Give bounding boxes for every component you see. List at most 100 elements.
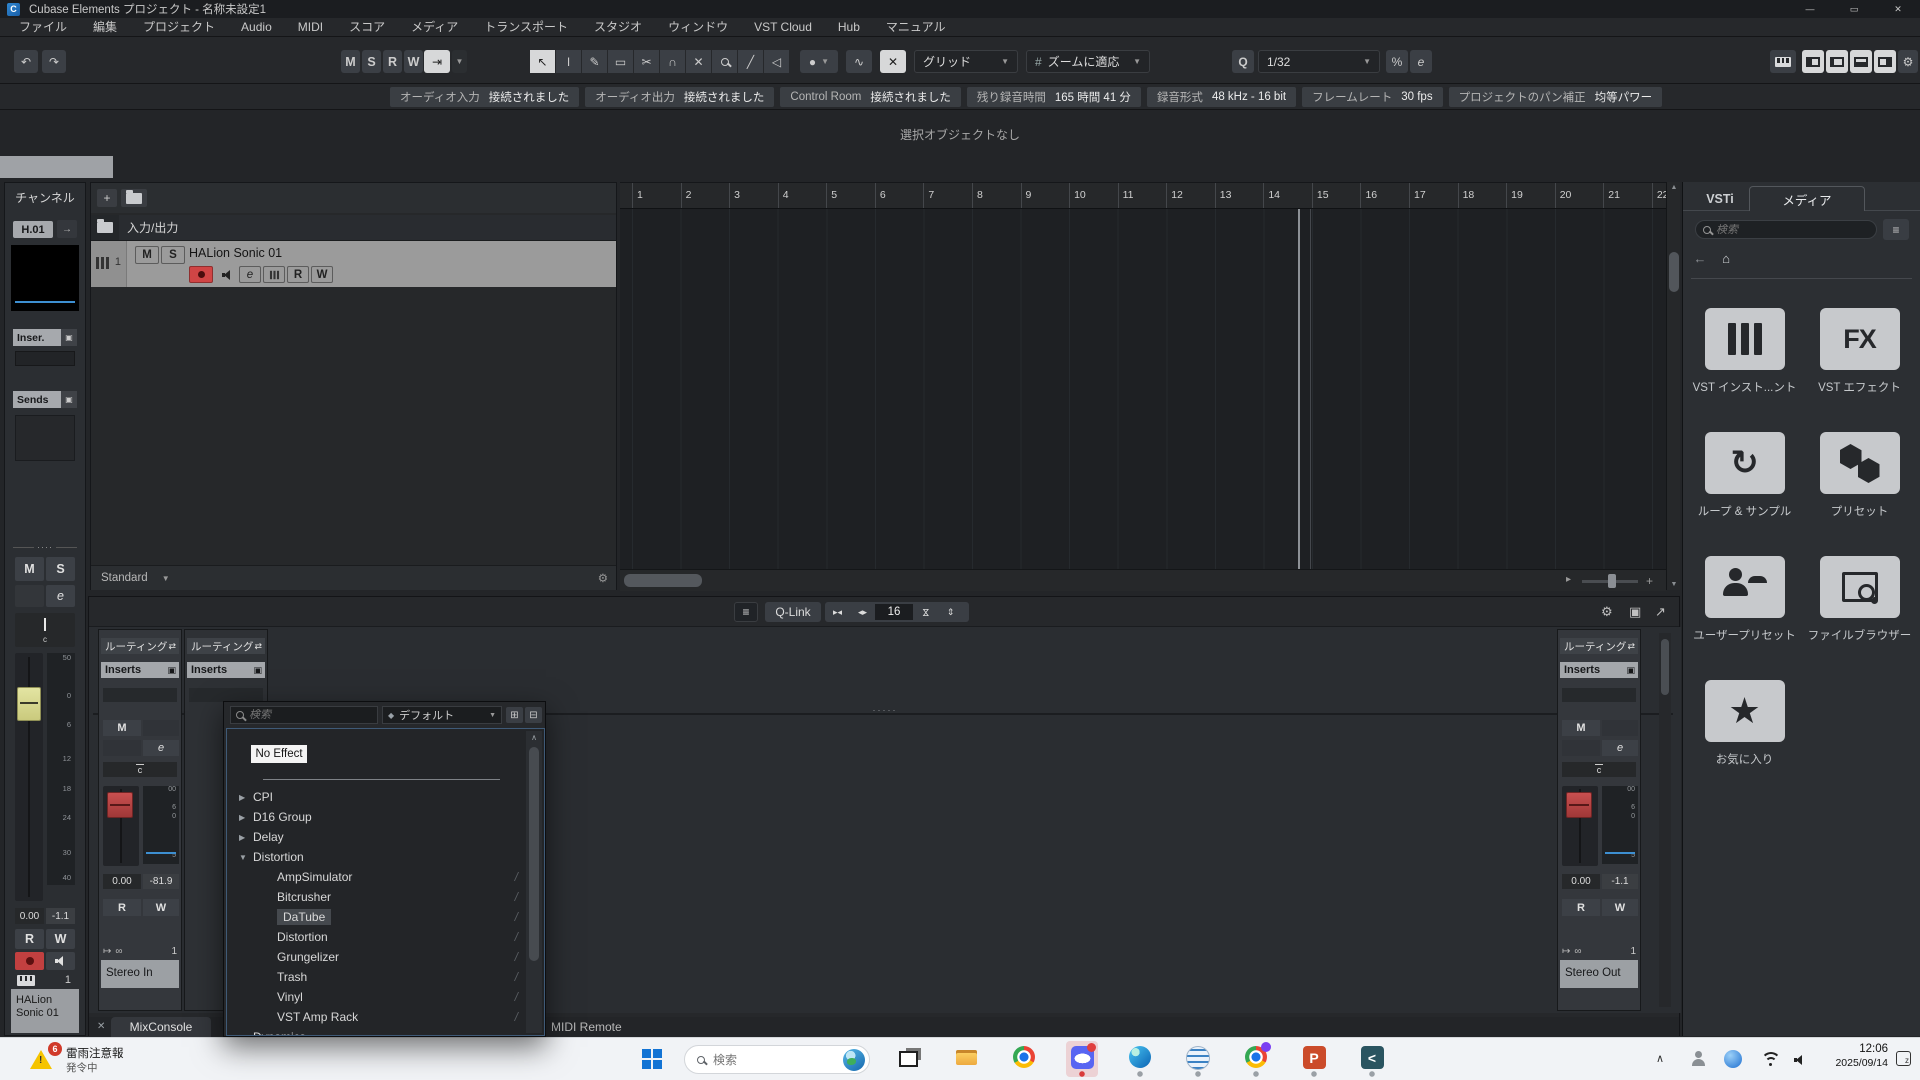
ruler-bar[interactable]: 19 <box>1506 183 1555 208</box>
channel-inserts-header[interactable]: Inser. ▣ <box>13 329 77 346</box>
home-icon[interactable]: ⌂ <box>1715 248 1737 268</box>
horizontal-scrollbar[interactable]: ▸ + <box>620 569 1666 591</box>
snap-toggle-icon[interactable]: ✕ <box>880 50 906 73</box>
plugin-row[interactable]: Vinyl <box>227 987 524 1007</box>
left-zone-setup-icon[interactable] <box>1826 50 1848 73</box>
taskbar-app-explorer[interactable] <box>950 1041 982 1077</box>
ruler-bar[interactable]: 15 <box>1312 183 1361 208</box>
ruler-bar[interactable]: 17 <box>1409 183 1458 208</box>
media-search-box[interactable] <box>1695 220 1877 239</box>
object-select-tool-icon[interactable]: ↖ <box>530 50 555 73</box>
media-tile-vst-effects[interactable]: VST エフェクト <box>1802 300 1917 424</box>
people-tray-icon[interactable] <box>1690 1051 1706 1067</box>
iterative-quantize-icon[interactable]: % <box>1386 50 1408 73</box>
ruler-bar[interactable]: 10 <box>1069 183 1118 208</box>
track-name[interactable]: HALion Sonic 01 <box>189 246 282 260</box>
qlink-button[interactable]: Q-Link <box>765 602 821 622</box>
info-chip[interactable]: オーディオ入力 接続されました <box>390 87 579 107</box>
ruler-bar[interactable]: 21 <box>1603 183 1652 208</box>
mixer-functions-menu-icon[interactable]: ≡ <box>734 602 758 622</box>
info-chip[interactable]: 録音形式 48 kHz - 16 bit <box>1147 87 1296 107</box>
menu-item[interactable]: ウィンドウ <box>655 18 741 36</box>
strip-peak-value[interactable]: -81.9 <box>143 874 179 889</box>
fader-cap[interactable] <box>1566 792 1592 818</box>
v-scroll-up-icon[interactable]: ▲ <box>1667 184 1681 191</box>
plugin-row[interactable]: D16 Group <box>227 807 524 827</box>
strip-fader-lane[interactable] <box>103 786 139 866</box>
ruler-bar[interactable]: 20 <box>1555 183 1604 208</box>
plugin-search-input[interactable] <box>249 709 359 721</box>
channel-listen-button[interactable] <box>15 585 44 607</box>
mixer-settings-gear-icon[interactable]: ⚙ <box>1601 604 1613 620</box>
tab-midi-remote[interactable]: MIDI Remote <box>551 1020 622 1034</box>
quantize-panel-icon[interactable]: e <box>1410 50 1432 73</box>
h-zoom-preset-icon[interactable]: ▸ <box>1566 574 1571 585</box>
ruler-bar[interactable]: 2 <box>681 183 730 208</box>
h-scroll-thumb[interactable] <box>624 574 702 587</box>
weather-alert-text[interactable]: 雷雨注意報 <box>66 1045 124 1061</box>
channel-id-badge[interactable]: H.01 <box>13 221 53 238</box>
media-tile-vst-instruments[interactable]: VST インスト...ント <box>1687 300 1802 424</box>
menu-item[interactable]: ファイル <box>6 18 80 36</box>
insert-slot-empty[interactable] <box>15 351 75 366</box>
ruler-bar[interactable]: 13 <box>1215 183 1264 208</box>
tree-arrow-icon[interactable] <box>239 853 253 862</box>
autoscroll-options-icon[interactable]: ▼ <box>452 50 467 73</box>
track-monitor-button[interactable] <box>217 266 237 283</box>
channel-volume-value[interactable]: 0.00 <box>15 908 44 924</box>
rack-fader-divider[interactable]: ···· <box>13 545 77 550</box>
track-solo-button[interactable]: S <box>161 246 185 264</box>
track-preset-name[interactable]: Standard <box>101 572 148 584</box>
insert-slot-empty[interactable] <box>189 688 263 702</box>
tab-mixconsole[interactable]: MixConsole <box>111 1017 211 1037</box>
plugin-list-scrollbar[interactable]: ∧ <box>526 731 542 1033</box>
inserts-rack-header[interactable]: Inserts ▣ <box>101 662 179 678</box>
ruler-bar[interactable]: 16 <box>1360 183 1409 208</box>
inserts-bypass-icon[interactable]: ▣ <box>61 329 77 346</box>
channel-record-enable-button[interactable] <box>15 952 44 970</box>
tab-vsti[interactable]: VSTi <box>1695 188 1745 210</box>
strip-write-button[interactable]: W <box>143 899 179 916</box>
color-tool-icon[interactable]: ●▼ <box>800 50 838 73</box>
taskbar-app-globe[interactable] <box>1182 1041 1214 1077</box>
info-chip[interactable]: 残り録音時間 165 時間 41 分 <box>967 87 1141 107</box>
media-list-view-icon[interactable]: ≡ <box>1883 219 1909 240</box>
strip-volume-value[interactable]: 0.00 <box>1562 874 1600 889</box>
plugin-search-box[interactable] <box>230 706 378 724</box>
menu-item[interactable]: スコア <box>336 18 398 36</box>
autoscroll-button[interactable]: ⇥ <box>424 50 450 73</box>
ruler-bar[interactable]: 18 <box>1458 183 1507 208</box>
ruler-bar[interactable]: 6 <box>875 183 924 208</box>
volume-icon[interactable] <box>1794 1052 1805 1070</box>
routing-rack-header[interactable]: ルーティング ⇄ <box>187 638 265 654</box>
h-zoom-slider-thumb[interactable] <box>1608 574 1616 588</box>
plugin-collection-dropdown[interactable]: ◆ デフォルト ▼ <box>382 706 502 724</box>
mixer-vertical-scrollbar[interactable] <box>1659 633 1671 1007</box>
ruler-bar[interactable]: 8 <box>972 183 1021 208</box>
strip-edit-button[interactable]: e <box>1602 740 1638 756</box>
plugin-row[interactable]: Dynamics <box>227 1027 524 1036</box>
quantize-preset-dropdown[interactable]: 1/32▼ <box>1258 50 1380 73</box>
plugin-row[interactable]: VST Amp Rack <box>227 1007 524 1027</box>
menu-item[interactable]: MIDI <box>285 18 336 36</box>
link-prev-icon[interactable]: ▸◂ <box>825 607 850 618</box>
line-tool-icon[interactable]: ╱ <box>738 50 763 73</box>
grid-type-dropdown[interactable]: #ズームに適応▼ <box>1026 50 1150 73</box>
track-write-button[interactable]: W <box>311 266 333 283</box>
link-next-icon[interactable]: ◂▸ <box>850 607 875 618</box>
menu-item[interactable]: VST Cloud <box>741 18 825 36</box>
h-zoom-in-icon[interactable]: + <box>1646 574 1653 588</box>
channel-tab-label[interactable]: チャンネル <box>5 189 85 206</box>
instrument-track-row[interactable]: 1 M S HALion Sonic 01 e R W <box>91 241 616 287</box>
tile-button[interactable] <box>1820 556 1900 618</box>
use-track-preset-button[interactable] <box>121 189 147 207</box>
taskbar-app-edge[interactable] <box>1124 1041 1156 1077</box>
info-chip[interactable]: プロジェクトのパン補正 均等パワー <box>1449 87 1663 107</box>
tile-button[interactable] <box>1705 556 1785 618</box>
folder-track-row[interactable]: 入力/出力 <box>91 215 616 241</box>
media-tile-loops-samples[interactable]: ループ & サンプル <box>1687 424 1802 548</box>
fader-cap[interactable] <box>17 687 41 721</box>
menu-item[interactable]: プロジェクト <box>130 18 228 36</box>
expand-all-icon[interactable]: ⊞ <box>506 707 523 723</box>
channel-write-button[interactable]: W <box>46 929 75 949</box>
